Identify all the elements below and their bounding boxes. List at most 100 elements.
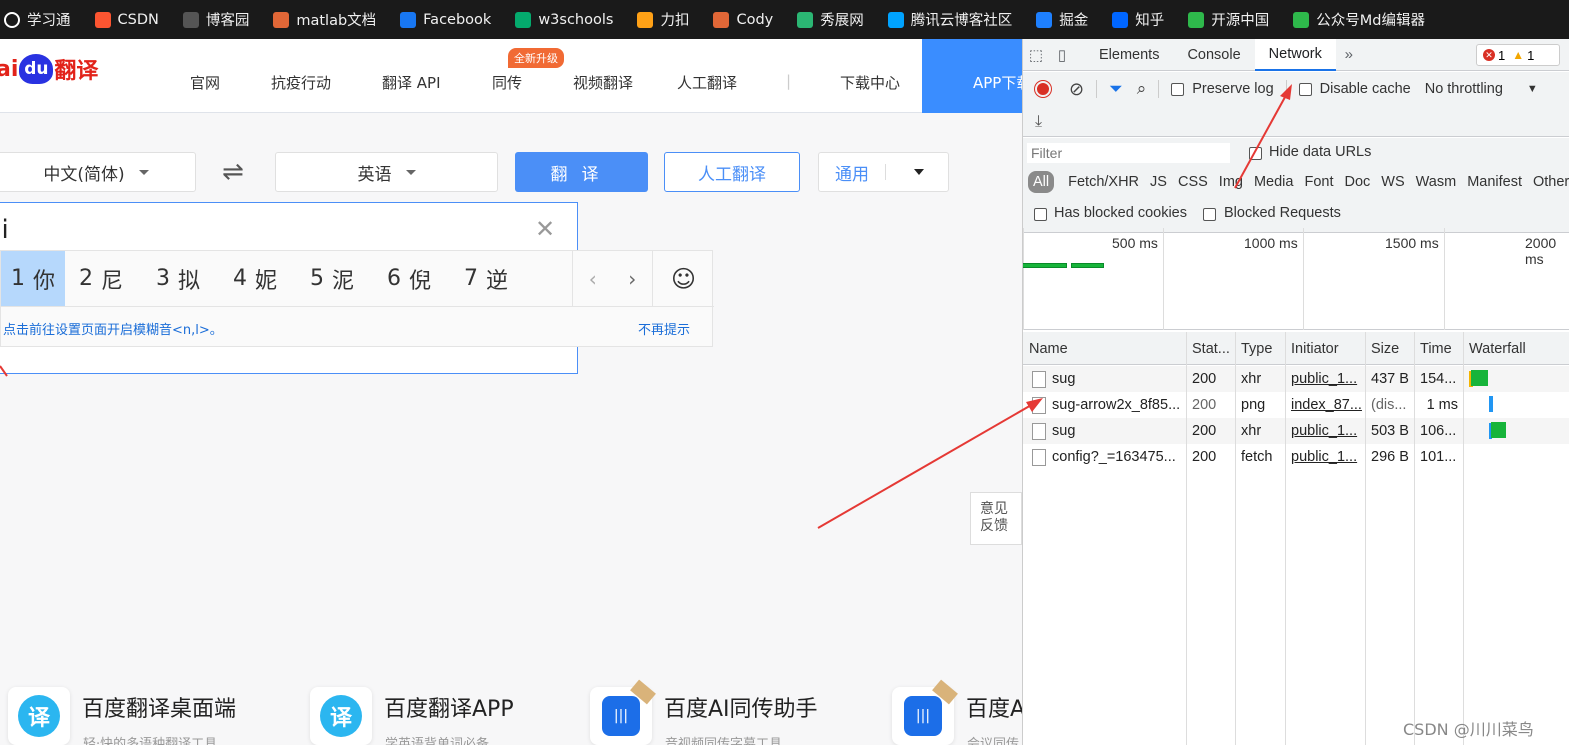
throttling-select[interactable]: No throttling bbox=[1425, 81, 1503, 97]
ime-candidate[interactable]: 4妮 bbox=[219, 251, 296, 306]
nav-item-api[interactable]: 翻译 API bbox=[382, 72, 441, 93]
bookmark-item[interactable]: 开源中国 bbox=[1188, 9, 1269, 30]
cell-initiator[interactable]: index_87... bbox=[1291, 397, 1363, 413]
bookmark-item[interactable]: Cody bbox=[713, 11, 773, 28]
export-har-icon[interactable]: ⤓ bbox=[1035, 113, 1042, 131]
filter-icon[interactable]: ⏷ bbox=[1109, 79, 1123, 99]
issues-counter[interactable]: ✕ 1 ▲ 1 bbox=[1476, 44, 1560, 66]
bookmark-item[interactable]: 公众号Md编辑器 bbox=[1293, 9, 1425, 30]
type-filter-fetch-xhr[interactable]: Fetch/XHR bbox=[1068, 174, 1139, 190]
col-waterfall[interactable]: Waterfall bbox=[1469, 341, 1526, 357]
ime-candidates: 1你2尼3拟4妮5泥6倪7逆 bbox=[1, 251, 572, 306]
domain-select[interactable]: 通用 bbox=[818, 152, 949, 192]
nav-item-human[interactable]: 人工翻译 bbox=[677, 72, 737, 93]
bookmark-item[interactable]: 力扣 bbox=[637, 9, 689, 30]
clear-log-icon[interactable]: ⊘ bbox=[1069, 79, 1084, 100]
ime-candidate[interactable]: 1你 bbox=[1, 251, 65, 306]
device-toolbar-icon[interactable]: ▯ bbox=[1049, 39, 1075, 71]
source-language-select[interactable]: 中文(简体) bbox=[0, 152, 196, 192]
request-row[interactable]: sug-arrow2x_8f85... 200 png index_87... (dis… bbox=[1023, 392, 1569, 418]
search-icon[interactable]: ⌕ bbox=[1137, 79, 1147, 99]
type-filter-media[interactable]: Media bbox=[1254, 174, 1294, 190]
col-status[interactable]: Stat... bbox=[1192, 341, 1230, 357]
human-translate-button[interactable]: 人工翻译 bbox=[664, 152, 800, 192]
nav-item-official[interactable]: 官网 bbox=[190, 72, 220, 93]
ime-candidate[interactable]: 3拟 bbox=[142, 251, 219, 306]
type-filter-manifest[interactable]: Manifest bbox=[1467, 174, 1522, 190]
translate-button[interactable]: 翻译 bbox=[515, 152, 648, 192]
product-card[interactable]: |||百度AI会议同传 bbox=[892, 679, 1022, 745]
chevron-left-icon[interactable]: ‹ bbox=[589, 267, 597, 291]
emoji-icon[interactable]: ☺ bbox=[652, 251, 714, 306]
ime-dismiss-link[interactable]: 不再提示 bbox=[638, 319, 690, 338]
col-name[interactable]: Name bbox=[1029, 341, 1068, 357]
disable-cache-checkbox[interactable] bbox=[1298, 82, 1312, 96]
ime-tip-text[interactable]: 点击前往设置页面开启模糊音<n,l>。 bbox=[3, 323, 223, 338]
throttling-caret-icon[interactable]: ▼ bbox=[1527, 83, 1538, 95]
ime-candidate[interactable]: 7逆 bbox=[450, 251, 527, 306]
blocked-cookies-checkbox[interactable] bbox=[1034, 208, 1047, 221]
requests-table-header: Name Stat... Type Initiator Size Time Wa… bbox=[1023, 332, 1569, 365]
cell-initiator[interactable]: public_1... bbox=[1291, 371, 1363, 387]
ime-candidate[interactable]: 5泥 bbox=[296, 251, 373, 306]
request-row[interactable]: sug 200 xhr public_1... 503 B 106... bbox=[1023, 418, 1569, 444]
bookmark-item[interactable]: w3schools bbox=[515, 11, 613, 28]
product-card[interactable]: ||| 百度AI同传助手 音视频同传字幕工具 bbox=[590, 679, 818, 745]
tab-network[interactable]: Network bbox=[1254, 39, 1336, 71]
type-filter-ws[interactable]: WS bbox=[1381, 174, 1404, 190]
hide-data-urls-checkbox[interactable] bbox=[1249, 147, 1262, 160]
target-language-select[interactable]: 英语 bbox=[275, 152, 498, 192]
type-filter-js[interactable]: JS bbox=[1150, 174, 1167, 190]
cell-initiator[interactable]: public_1... bbox=[1291, 423, 1363, 439]
product-card[interactable]: 译百度翻译APP 学英语背单词必备 bbox=[310, 687, 514, 745]
request-row[interactable]: config?_=163475... 200 fetch public_1... 296… bbox=[1023, 444, 1569, 470]
more-tabs-icon[interactable]: » bbox=[1336, 39, 1362, 71]
bookmark-item[interactable]: Facebook bbox=[400, 11, 491, 28]
nav-item-video[interactable]: 视频翻译 bbox=[573, 72, 633, 93]
col-time[interactable]: Time bbox=[1420, 341, 1452, 357]
product-subtitle: 学英语背单词必备 bbox=[385, 737, 490, 745]
network-overview[interactable]: 500 ms 1000 ms 1500 ms 2000 ms bbox=[1023, 228, 1569, 330]
column-divider bbox=[1186, 332, 1187, 745]
bookmark-item[interactable]: CSDN bbox=[94, 11, 159, 28]
filter-input[interactable]: Filter bbox=[1027, 143, 1230, 163]
ime-candidate[interactable]: 2尼 bbox=[65, 251, 142, 306]
preserve-log-checkbox[interactable] bbox=[1171, 82, 1185, 96]
chevron-right-icon[interactable]: › bbox=[628, 267, 636, 291]
bookmark-item[interactable]: 秀展网 bbox=[797, 9, 864, 30]
tab-elements[interactable]: Elements bbox=[1085, 39, 1173, 71]
nav-item-interpret[interactable]: 同传 bbox=[492, 72, 522, 93]
type-filter-img[interactable]: Img bbox=[1219, 174, 1243, 190]
record-icon[interactable] bbox=[1035, 81, 1051, 97]
app-download-button[interactable]: APP下载 bbox=[922, 39, 1022, 113]
request-row[interactable]: sug 200 xhr public_1... 437 B 154... bbox=[1023, 366, 1569, 392]
tab-console[interactable]: Console bbox=[1173, 39, 1254, 71]
col-type[interactable]: Type bbox=[1241, 341, 1272, 357]
ime-tip[interactable]: 点击前往设置页面开启模糊音<n,l>。 不再提示 bbox=[1, 306, 714, 348]
inspect-element-icon[interactable]: ⬚ bbox=[1023, 39, 1049, 71]
bookmark-item[interactable]: 知乎 bbox=[1112, 9, 1164, 30]
type-filter-all[interactable]: All bbox=[1028, 171, 1055, 193]
bookmark-item[interactable]: 腾讯云博客社区 bbox=[887, 9, 1012, 30]
blocked-requests-checkbox[interactable] bbox=[1203, 208, 1216, 221]
clear-icon[interactable]: ✕ bbox=[535, 215, 555, 243]
cell-initiator[interactable]: public_1... bbox=[1291, 449, 1363, 465]
type-filter-wasm[interactable]: Wasm bbox=[1416, 174, 1457, 190]
product-card[interactable]: 译百度翻译桌面端 轻·快的多语种翻译工具 bbox=[8, 687, 236, 745]
nav-item-download[interactable]: 下载中心 bbox=[840, 72, 900, 93]
baidu-logo[interactable]: ai du 翻译 bbox=[0, 53, 98, 85]
type-filter-css[interactable]: CSS bbox=[1178, 174, 1208, 190]
nav-item-covid[interactable]: 抗疫行动 bbox=[271, 72, 331, 93]
type-filter-font[interactable]: Font bbox=[1304, 174, 1333, 190]
col-size[interactable]: Size bbox=[1371, 341, 1399, 357]
bookmark-item[interactable]: 掘金 bbox=[1036, 9, 1088, 30]
bookmark-item[interactable]: matlab文档 bbox=[273, 9, 376, 30]
bookmark-item[interactable]: 博客园 bbox=[182, 9, 249, 30]
col-initiator[interactable]: Initiator bbox=[1291, 341, 1339, 357]
type-filter-doc[interactable]: Doc bbox=[1344, 174, 1370, 190]
type-filter-other[interactable]: Other bbox=[1533, 174, 1569, 190]
swap-languages-icon[interactable]: ⇌ bbox=[222, 157, 244, 187]
feedback-button[interactable]: 意见 反馈 bbox=[970, 492, 1022, 545]
ime-candidate[interactable]: 6倪 bbox=[373, 251, 450, 306]
bookmark-item[interactable]: 学习通 bbox=[4, 9, 71, 30]
